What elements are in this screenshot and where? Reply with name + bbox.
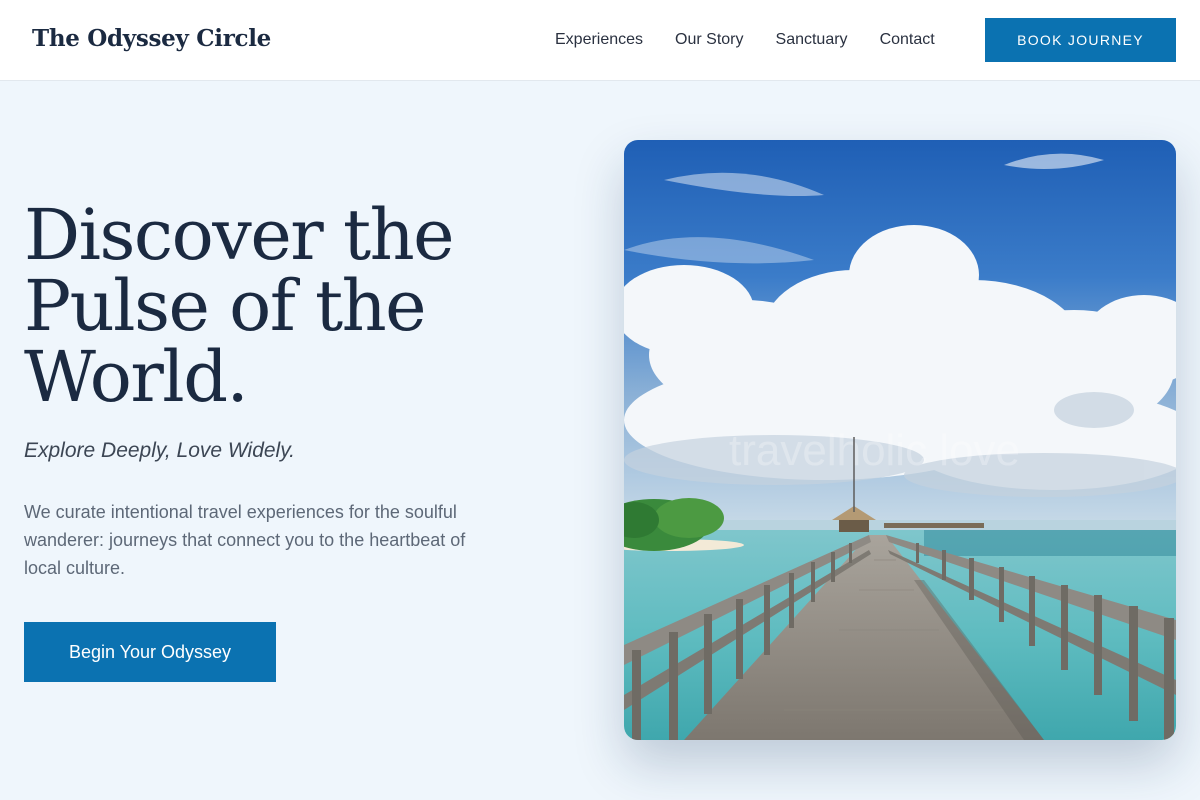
hero-title-line-3: World. [24, 336, 249, 418]
hero-image: travelholic love [624, 140, 1176, 740]
begin-odyssey-button[interactable]: Begin Your Odyssey [24, 622, 276, 682]
hero-tagline: Explore Deeply, Love Widely. [24, 439, 295, 462]
nav-link-contact[interactable]: Contact [880, 30, 935, 50]
hero-title: Discover the Pulse of the World. [24, 200, 504, 413]
hero-title-line-1: Discover the [24, 194, 455, 276]
nav-link-sanctuary[interactable]: Sanctuary [776, 30, 848, 50]
pier-photo: travelholic love [624, 140, 1176, 740]
nav-link-experiences[interactable]: Experiences [555, 30, 643, 50]
book-journey-button[interactable]: BOOK JOURNEY [985, 18, 1176, 62]
watermark-text: travelholic love [729, 426, 1020, 475]
hero-title-line-2: Pulse of the [24, 265, 427, 347]
brand-logo[interactable]: The Odyssey Circle [32, 25, 271, 52]
hero-description: We curate intentional travel experiences… [24, 502, 466, 578]
site-header: The Odyssey Circle Experiences Our Story… [0, 0, 1200, 81]
main-nav: Experiences Our Story Sanctuary Contact [555, 30, 935, 50]
nav-link-our-story[interactable]: Our Story [675, 30, 743, 50]
